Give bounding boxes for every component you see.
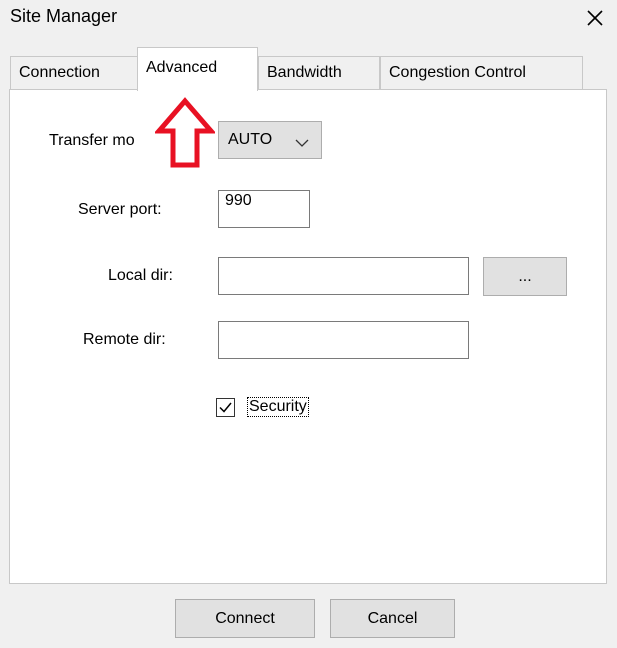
tab-connection[interactable]: Connection [10,56,138,90]
server-port-input[interactable]: 990 [218,190,310,228]
local-dir-input[interactable] [218,257,469,295]
tab-congestion-control[interactable]: Congestion Control [380,56,583,90]
up-arrow-icon [153,97,217,169]
remote-dir-input[interactable] [218,321,469,359]
transfer-mode-value: AUTO [228,131,273,148]
site-manager-window: Site Manager Connection Advanced Bandwid… [0,0,617,648]
tab-bandwidth[interactable]: Bandwidth [258,56,380,90]
close-icon[interactable] [580,2,610,32]
browse-local-dir-button[interactable]: ... [483,257,567,296]
chevron-down-icon [295,135,309,153]
server-port-label: Server port: [78,201,162,218]
cancel-button[interactable]: Cancel [330,599,455,638]
transfer-mode-label: Transfer mo [49,132,135,149]
local-dir-label: Local dir: [108,267,173,284]
remote-dir-label: Remote dir: [83,331,166,348]
connect-button[interactable]: Connect [175,599,315,638]
window-title: Site Manager [10,6,118,26]
transfer-mode-select[interactable]: AUTO [218,121,322,159]
security-checkbox-label[interactable]: Security [247,397,309,417]
tab-advanced[interactable]: Advanced [137,47,258,91]
security-checkbox[interactable] [216,398,235,417]
